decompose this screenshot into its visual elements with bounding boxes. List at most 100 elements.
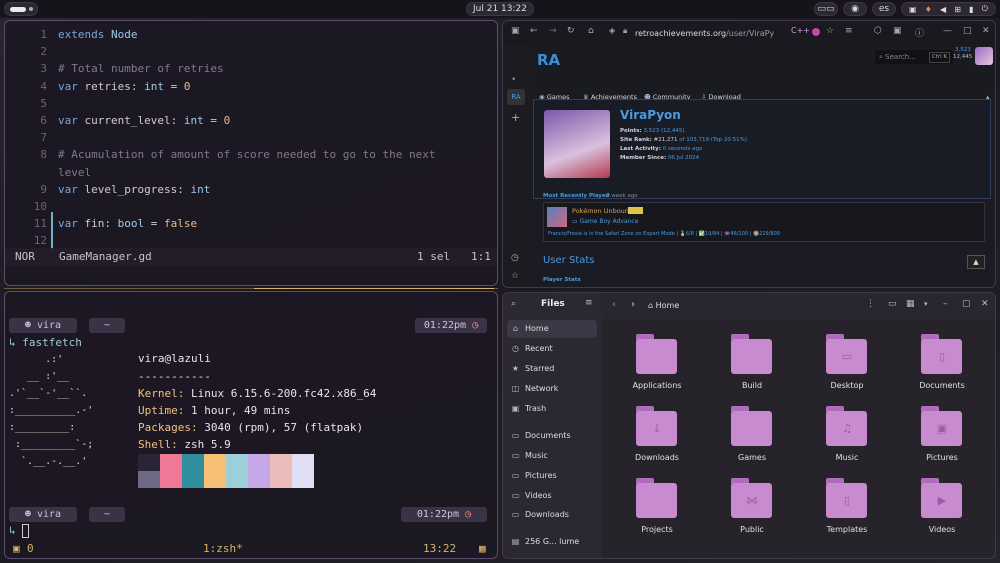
- code-line[interactable]: 11 var fin: bool = false: [5, 215, 497, 232]
- url-bar[interactable]: retroachievements.org/user/ViraPy: [635, 26, 800, 41]
- code-line[interactable]: 1 extends Node: [5, 26, 497, 43]
- pocket-icon[interactable]: ▣: [893, 26, 902, 36]
- sidebar-item-home[interactable]: ⌂ Home: [507, 320, 597, 338]
- game-console[interactable]: ▭ Game Boy Advance: [572, 218, 638, 225]
- sidebar-toggle-icon[interactable]: ▣: [511, 26, 520, 36]
- editor-window[interactable]: 1 extends Node 2 3 # Total number of retries…: [4, 20, 498, 286]
- power-icon[interactable]: ⏻: [982, 4, 988, 14]
- collapse-button[interactable]: ▲: [967, 255, 985, 269]
- folder-label: Desktop: [830, 381, 864, 390]
- extension-dot-icon[interactable]: [812, 28, 820, 36]
- folder-games[interactable]: Games: [711, 406, 791, 476]
- close-icon[interactable]: ✕: [982, 26, 990, 36]
- search-icon[interactable]: ⌕: [511, 299, 516, 309]
- ra-logo[interactable]: RA: [537, 51, 560, 69]
- game-title[interactable]: Pokémon Unbound: [572, 207, 633, 215]
- minimize-icon[interactable]: —: [943, 26, 952, 36]
- code-line[interactable]: 2: [5, 43, 497, 60]
- back-icon[interactable]: ←: [530, 26, 538, 36]
- code-line[interactable]: 3 # Total number of retries: [5, 60, 497, 77]
- code-line[interactable]: 9 var level_progress: int: [5, 181, 497, 198]
- sidebar-item-videos[interactable]: ▭ Videos: [507, 487, 597, 505]
- folder-pictures[interactable]: ▣ Pictures: [901, 406, 981, 476]
- sidebar-item-downloads[interactable]: ▭ Downloads: [507, 506, 597, 524]
- view-icon[interactable]: ▦: [906, 299, 915, 309]
- history-icon[interactable]: ◷: [511, 253, 519, 263]
- tmux-window[interactable]: 1:zsh*: [203, 540, 243, 558]
- home-icon[interactable]: ⌂: [588, 26, 594, 36]
- ra-tab-icon[interactable]: RA: [507, 89, 525, 105]
- folder-desktop[interactable]: ▭ Desktop: [806, 334, 886, 404]
- folder-downloads[interactable]: ↓ Downloads: [616, 406, 696, 476]
- sidebar-item-256-g-lume[interactable]: ▤ 256 G... lume: [507, 533, 597, 551]
- folder-applications[interactable]: Applications: [616, 334, 696, 404]
- folder-projects[interactable]: Projects: [616, 478, 696, 548]
- sidebar-dot-icon[interactable]: •: [511, 75, 516, 85]
- files-window[interactable]: ⌕ Files ≡ ⌂ Home ◷ Recent ★ Starred ◫ Network ▣ T…: [502, 292, 996, 559]
- forward-icon[interactable]: ›: [631, 299, 635, 310]
- gamepad-icon[interactable]: ▣: [909, 5, 917, 14]
- chevron-down-icon[interactable]: ▾: [924, 300, 928, 308]
- window-switcher-icon[interactable]: ▭▭: [814, 2, 838, 16]
- menu-icon[interactable]: ≡: [585, 298, 593, 308]
- keyboard-layout[interactable]: es: [872, 2, 896, 16]
- battery-icon[interactable]: ▮: [969, 5, 973, 14]
- system-tray[interactable]: ▣ ♦ ◀ ⊞ ▮ ⏻: [901, 2, 996, 16]
- menu-icon[interactable]: ≡: [845, 26, 853, 36]
- clock[interactable]: Jul 21 13:22: [466, 2, 534, 16]
- code-line[interactable]: 10: [5, 198, 497, 215]
- reload-icon[interactable]: ↻: [567, 26, 575, 36]
- minimize-icon[interactable]: –: [943, 299, 948, 309]
- location-bar[interactable]: ⌂ Home: [648, 297, 862, 314]
- folder-music[interactable]: ♫ Music: [806, 406, 886, 476]
- maximize-icon[interactable]: □: [963, 26, 972, 36]
- sidebar-item-network[interactable]: ◫ Network: [507, 380, 597, 398]
- code-line[interactable]: level: [5, 164, 497, 181]
- back-icon[interactable]: ‹: [612, 299, 616, 310]
- code-line[interactable]: 8 # Acumulation of amount of score needed…: [5, 146, 497, 163]
- code-line[interactable]: 5: [5, 95, 497, 112]
- game-icon[interactable]: [547, 207, 567, 227]
- pane-divider[interactable]: [4, 288, 498, 289]
- sidebar-item-pictures[interactable]: ▭ Pictures: [507, 467, 597, 485]
- network-icon[interactable]: ⊞: [954, 5, 961, 14]
- sidebar-item-trash[interactable]: ▣ Trash: [507, 400, 597, 418]
- maximize-icon[interactable]: ▢: [962, 299, 971, 309]
- code-token: retries:: [84, 79, 145, 93]
- code-line[interactable]: 7: [5, 129, 497, 146]
- code-line[interactable]: 6 var current_level: int = 0: [5, 112, 497, 129]
- star-icon[interactable]: ☆: [826, 26, 834, 36]
- new-folder-icon[interactable]: ▭: [888, 299, 897, 309]
- extensions-icon[interactable]: ⬡: [874, 26, 882, 36]
- terminal-window[interactable]: ☻ vira ~ 01:22pm ◷ ↳ fastfetch vira@lazu…: [4, 291, 498, 559]
- folder-documents[interactable]: ▯ Documents: [901, 334, 981, 404]
- shield-icon[interactable]: ◈: [609, 26, 615, 35]
- code-token: bool: [117, 217, 145, 231]
- info-icon[interactable]: ⓘ: [915, 26, 924, 39]
- workspace-indicator[interactable]: [4, 2, 38, 16]
- input-line[interactable]: ↳: [9, 523, 30, 539]
- flame-icon[interactable]: ♦: [925, 5, 932, 14]
- code-line[interactable]: 12: [5, 232, 497, 249]
- sidebar-item-music[interactable]: ▭ Music: [507, 447, 597, 465]
- discord-icon[interactable]: ◉: [843, 2, 867, 16]
- folder-public[interactable]: ⋈ Public: [711, 478, 791, 548]
- bookmark-icon[interactable]: ☆: [511, 271, 519, 281]
- folder-videos[interactable]: ▶ Videos: [901, 478, 981, 548]
- sidebar-item-recent[interactable]: ◷ Recent: [507, 340, 597, 358]
- browser-window[interactable]: ▣ ← → ↻ ⌂ ◈ 🔒︎ retroachievements.org/use…: [502, 20, 996, 288]
- avatar[interactable]: [975, 47, 993, 65]
- cpp-extension-icon[interactable]: C++: [791, 26, 810, 35]
- add-tab-icon[interactable]: +: [511, 111, 520, 124]
- folder-templates[interactable]: ▯ Templates: [806, 478, 886, 548]
- code-line[interactable]: 4 var retries: int = 0: [5, 78, 497, 95]
- close-icon[interactable]: ✕: [981, 299, 989, 309]
- sidebar-item-starred[interactable]: ★ Starred: [507, 360, 597, 378]
- more-icon[interactable]: ⋮: [866, 299, 875, 309]
- recent-game-card[interactable]: Pokémon Unbound ▭ Game Boy Advance Franc…: [543, 202, 985, 242]
- sidebar-item-documents[interactable]: ▭ Documents: [507, 427, 597, 445]
- forward-icon[interactable]: →: [549, 26, 557, 36]
- volume-icon[interactable]: ◀: [940, 5, 946, 14]
- folder-build[interactable]: Build: [711, 334, 791, 404]
- ra-search-input[interactable]: ⌕ Search... Ctrl K: [875, 50, 953, 64]
